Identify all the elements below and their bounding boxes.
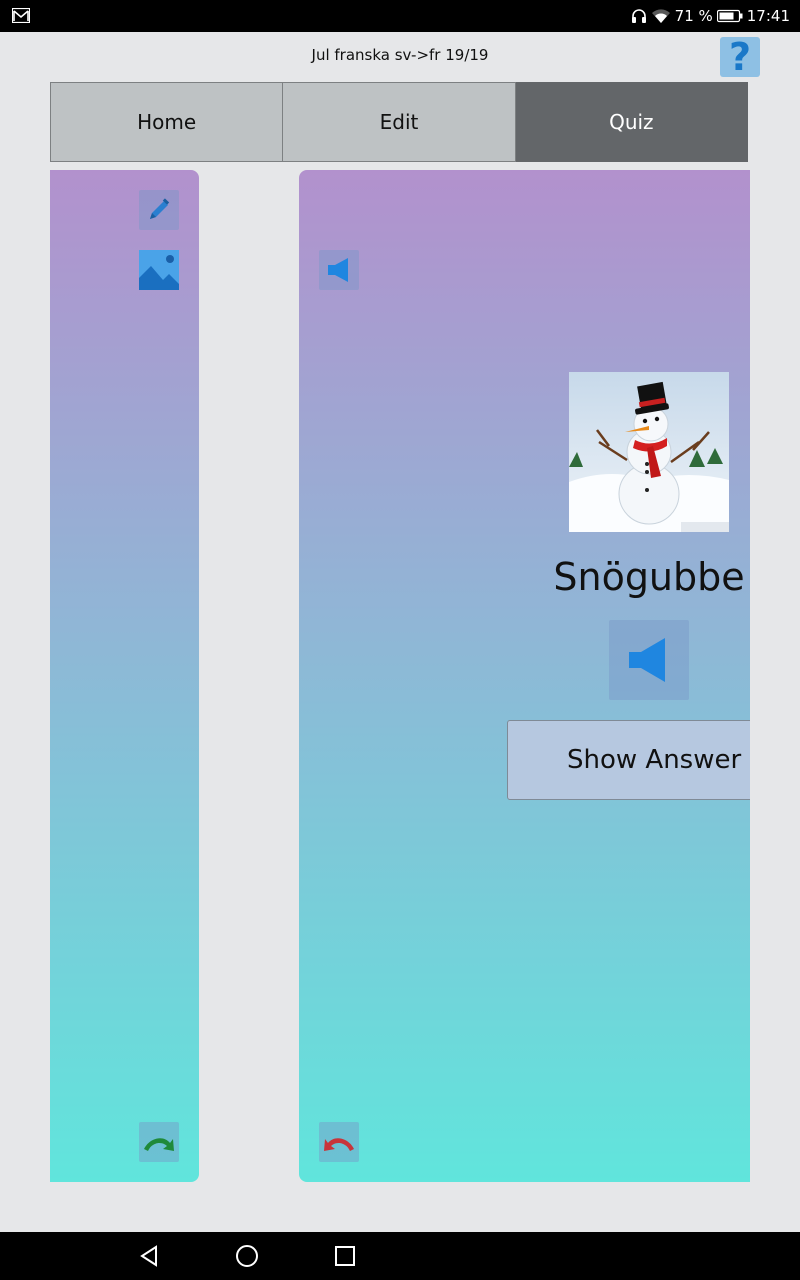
battery-percent: 71 % <box>674 7 713 25</box>
undo-button[interactable] <box>139 1122 179 1162</box>
play-word-sound-button[interactable] <box>609 620 689 700</box>
card-word: Snögubbe <box>553 555 745 599</box>
help-button[interactable]: ? <box>720 37 760 77</box>
clock: 17:41 <box>746 7 790 25</box>
snowman-image <box>569 372 729 532</box>
status-bar: 71 % 17:41 <box>0 0 800 32</box>
image-button[interactable] <box>139 250 179 290</box>
gmail-icon <box>12 8 30 23</box>
big-speaker-icon <box>629 638 665 682</box>
pencil-icon <box>150 198 170 219</box>
play-sound-button[interactable] <box>319 250 359 290</box>
recents-icon[interactable] <box>333 1244 357 1268</box>
redo-button[interactable] <box>319 1122 359 1162</box>
headphones-icon <box>631 9 646 23</box>
navigation-bar <box>0 1232 800 1280</box>
page-title: Jul franska sv->fr 19/19 <box>311 46 489 64</box>
wifi-icon <box>651 9 670 23</box>
home-icon[interactable] <box>235 1244 259 1268</box>
show-answer-button[interactable]: Show Answer <box>507 720 750 800</box>
redo-arrow-icon <box>324 1138 354 1151</box>
previous-card-panel <box>50 170 199 1182</box>
tab-quiz[interactable]: Quiz <box>515 82 748 162</box>
battery-icon <box>716 9 743 23</box>
tab-bar: Home Edit Quiz <box>50 82 748 162</box>
image-icon <box>139 250 179 290</box>
current-card-panel: Snögubbe Show Answer <box>299 170 750 1182</box>
speaker-icon <box>328 258 348 282</box>
undo-arrow-icon <box>144 1138 174 1151</box>
edit-button[interactable] <box>139 190 179 230</box>
tab-home[interactable]: Home <box>50 82 284 162</box>
tab-edit[interactable]: Edit <box>283 82 516 162</box>
back-icon[interactable] <box>137 1244 161 1268</box>
help-icon: ? <box>728 35 752 79</box>
